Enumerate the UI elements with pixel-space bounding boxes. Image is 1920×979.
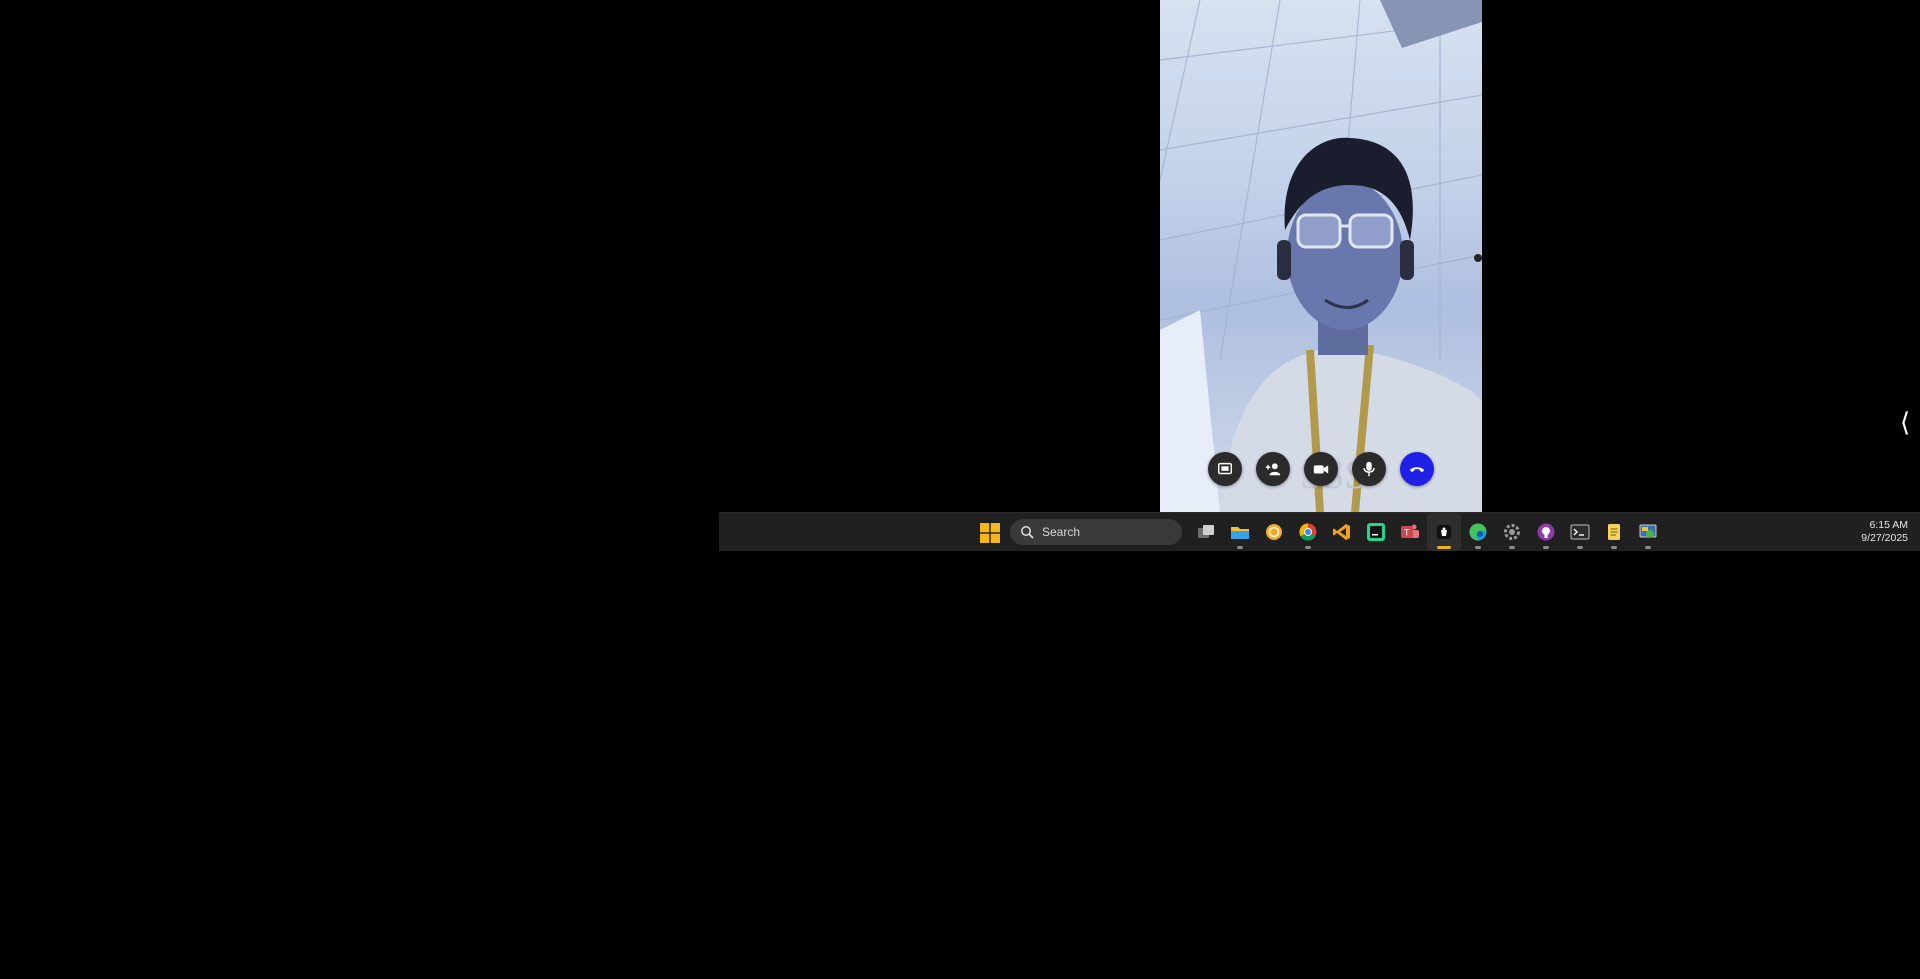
camera-button[interactable]	[1304, 452, 1338, 486]
taskbar-terminal[interactable]	[1563, 513, 1597, 551]
side-panel-chevron-icon[interactable]: ⟨	[1900, 408, 1910, 438]
taskbar-search-box[interactable]: Search	[1010, 519, 1182, 545]
taskbar-control-panel[interactable]	[1631, 513, 1665, 551]
chrome-icon	[1299, 523, 1317, 541]
share-screen-button[interactable]	[1208, 452, 1242, 486]
task-view-icon	[1198, 525, 1214, 538]
video-app-icon	[1437, 525, 1451, 539]
teams-icon: T	[1401, 524, 1419, 538]
taskbar-notepad[interactable]	[1597, 513, 1631, 551]
search-icon	[1021, 526, 1034, 539]
active-indicator	[1437, 546, 1451, 549]
taskbar-settings[interactable]	[1495, 513, 1529, 551]
control-panel-icon	[1639, 524, 1657, 538]
notepad-icon	[1608, 524, 1620, 540]
call-controls	[1160, 452, 1482, 488]
taskbar-apps: T	[1189, 513, 1665, 551]
taskbar-github-desktop[interactable]	[1529, 513, 1563, 551]
clock-date: 9/27/2025	[1861, 532, 1908, 544]
running-indicator	[1611, 546, 1617, 549]
vscode-icon	[1333, 524, 1350, 540]
add-person-button[interactable]	[1256, 452, 1290, 486]
running-indicator	[1645, 546, 1651, 549]
folder-icon	[1231, 527, 1249, 539]
svg-text:T: T	[1404, 528, 1410, 538]
taskbar-teams[interactable]: T	[1393, 513, 1427, 551]
end-call-button[interactable]	[1400, 452, 1434, 486]
running-indicator	[1237, 546, 1243, 549]
taskbar-video-call-app[interactable]	[1427, 513, 1461, 551]
taskbar-vs-code[interactable]	[1325, 513, 1359, 551]
gear-icon	[1504, 524, 1520, 540]
github-icon	[1537, 523, 1555, 541]
cast-icon	[1217, 462, 1233, 475]
add-person-icon	[1265, 463, 1281, 476]
phone-hangup-icon	[1409, 467, 1425, 473]
window-resize-handle[interactable]	[1474, 254, 1482, 262]
taskbar-file-explorer[interactable]	[1223, 513, 1257, 551]
system-clock[interactable]: 6:15 AM 9/27/2025	[1861, 519, 1908, 545]
taskbar: Search T 6:15 AM 9/27/2025	[719, 512, 1920, 551]
terminal-icon	[1570, 524, 1590, 540]
microphone-button[interactable]	[1352, 452, 1386, 486]
edge-icon	[1469, 523, 1487, 541]
running-indicator	[1577, 546, 1583, 549]
pycharm-icon	[1367, 523, 1385, 541]
taskbar-app-orange[interactable]	[1257, 513, 1291, 551]
running-indicator	[1475, 546, 1481, 549]
clock-time: 6:15 AM	[1869, 519, 1908, 531]
taskbar-chrome[interactable]	[1291, 513, 1325, 551]
video-call-window[interactable]: SSS	[1160, 0, 1482, 512]
windows-start-icon[interactable]	[980, 523, 1000, 543]
remote-video-feed: SSS	[1160, 0, 1482, 512]
video-camera-icon	[1313, 465, 1329, 474]
taskbar-pycharm[interactable]	[1359, 513, 1393, 551]
taskbar-task-view[interactable]	[1189, 513, 1223, 551]
search-label: Search	[1042, 525, 1081, 539]
microphone-icon	[1363, 461, 1375, 477]
running-indicator	[1509, 546, 1515, 549]
running-indicator	[1305, 546, 1311, 549]
running-indicator	[1543, 546, 1549, 549]
taskbar-edge[interactable]	[1461, 513, 1495, 551]
coin-icon	[1266, 524, 1282, 540]
